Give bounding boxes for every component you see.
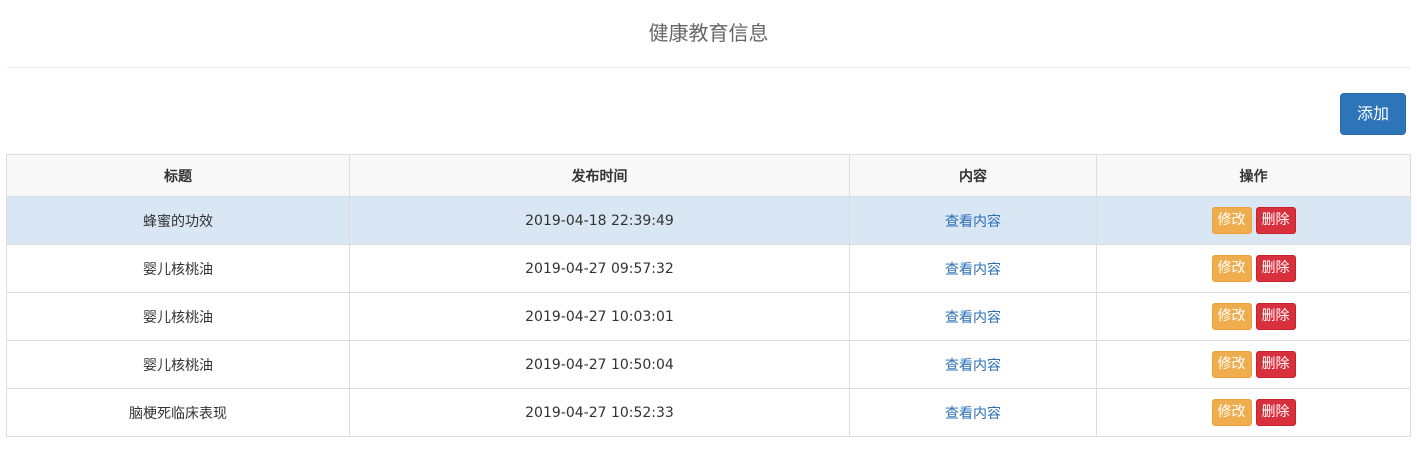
delete-button[interactable]: 删除 (1255, 351, 1296, 378)
cell-publish-time: 2019-04-27 10:52:33 (349, 388, 850, 437)
page-title: 健康教育信息 (648, 21, 769, 45)
view-content-link[interactable]: 查看内容 (945, 406, 1001, 422)
table-row[interactable]: 婴儿核桃油 2019-04-27 10:50:04 查看内容 修改 删除 (6, 340, 1411, 389)
add-button[interactable]: 添加 (1340, 93, 1406, 135)
table-row[interactable]: 婴儿核桃油 2019-04-27 10:03:01 查看内容 修改 删除 (6, 292, 1411, 341)
cell-content: 查看内容 (849, 388, 1097, 437)
page: 健康教育信息 添加 标题 发布时间 内容 操作 蜂蜜的功效 2019-04-18… (0, 0, 1417, 461)
cell-publish-time: 2019-04-27 10:50:04 (349, 340, 850, 389)
cell-title: 脑梗死临床表现 (6, 388, 350, 437)
cell-actions: 修改 删除 (1096, 340, 1411, 389)
view-content-link[interactable]: 查看内容 (945, 214, 1001, 230)
cell-actions: 修改 删除 (1096, 388, 1411, 437)
table-container: 标题 发布时间 内容 操作 蜂蜜的功效 2019-04-18 22:39:49 … (6, 154, 1411, 437)
column-header-content: 内容 (849, 154, 1097, 197)
table-row[interactable]: 蜂蜜的功效 2019-04-18 22:39:49 查看内容 修改 删除 (6, 196, 1411, 245)
cell-title: 婴儿核桃油 (6, 292, 350, 341)
edit-button[interactable]: 修改 (1211, 351, 1252, 378)
cell-publish-time: 2019-04-18 22:39:49 (349, 196, 850, 245)
delete-button[interactable]: 删除 (1255, 399, 1296, 426)
cell-title: 蜂蜜的功效 (6, 196, 350, 245)
page-header: 健康教育信息 (6, 0, 1411, 68)
table-header-row: 标题 发布时间 内容 操作 (6, 154, 1411, 197)
cell-content: 查看内容 (849, 244, 1097, 293)
cell-publish-time: 2019-04-27 09:57:32 (349, 244, 850, 293)
delete-button[interactable]: 删除 (1255, 303, 1296, 330)
view-content-link[interactable]: 查看内容 (945, 310, 1001, 326)
table-row[interactable]: 脑梗死临床表现 2019-04-27 10:52:33 查看内容 修改 删除 (6, 388, 1411, 437)
column-header-actions: 操作 (1096, 154, 1411, 197)
edit-button[interactable]: 修改 (1211, 399, 1252, 426)
edit-button[interactable]: 修改 (1211, 255, 1252, 282)
cell-actions: 修改 删除 (1096, 196, 1411, 245)
edit-button[interactable]: 修改 (1211, 207, 1252, 234)
column-header-publish-time: 发布时间 (349, 154, 850, 197)
cell-actions: 修改 删除 (1096, 244, 1411, 293)
column-header-title: 标题 (6, 154, 350, 197)
cell-content: 查看内容 (849, 292, 1097, 341)
delete-button[interactable]: 删除 (1255, 255, 1296, 282)
cell-content: 查看内容 (849, 340, 1097, 389)
table-row[interactable]: 婴儿核桃油 2019-04-27 09:57:32 查看内容 修改 删除 (6, 244, 1411, 293)
delete-button[interactable]: 删除 (1255, 207, 1296, 234)
cell-title: 婴儿核桃油 (6, 244, 350, 293)
health-education-table: 标题 发布时间 内容 操作 蜂蜜的功效 2019-04-18 22:39:49 … (6, 154, 1411, 437)
cell-actions: 修改 删除 (1096, 292, 1411, 341)
edit-button[interactable]: 修改 (1211, 303, 1252, 330)
toolbar: 添加 (1340, 93, 1406, 135)
view-content-link[interactable]: 查看内容 (945, 262, 1001, 278)
cell-title: 婴儿核桃油 (6, 340, 350, 389)
cell-content: 查看内容 (849, 196, 1097, 245)
cell-publish-time: 2019-04-27 10:03:01 (349, 292, 850, 341)
view-content-link[interactable]: 查看内容 (945, 358, 1001, 374)
